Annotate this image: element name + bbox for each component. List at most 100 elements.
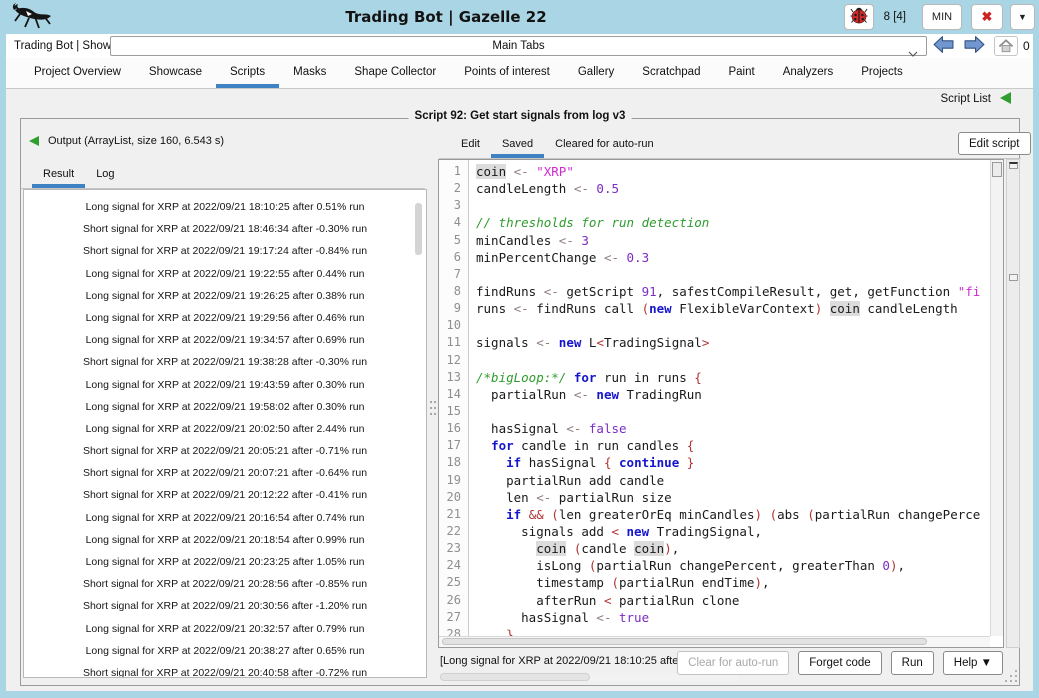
list-item[interactable]: Long signal for XRP at 2022/09/21 19:34:…	[24, 329, 426, 351]
list-item[interactable]: Short signal for XRP at 2022/09/21 20:07…	[24, 462, 426, 484]
editor-vscrollbar[interactable]	[990, 160, 1003, 636]
run-button[interactable]: Run	[891, 651, 934, 675]
list-item[interactable]: Long signal for XRP at 2022/09/21 19:26:…	[24, 285, 426, 307]
tab-analyzers[interactable]: Analyzers	[769, 58, 848, 88]
debug-count: 8 [4]	[884, 11, 906, 23]
splitter-handle[interactable]	[1009, 274, 1018, 281]
resize-grip[interactable]	[1005, 670, 1019, 684]
code-line: timestamp (partialRun endTime),	[476, 574, 990, 591]
list-item[interactable]: Short signal for XRP at 2022/09/21 20:05…	[24, 440, 426, 462]
tab-scripts[interactable]: Scripts	[216, 58, 279, 88]
tab-cleared-for-auto-run[interactable]: Cleared for auto-run	[544, 131, 664, 158]
script-list-label[interactable]: Script List	[941, 93, 992, 105]
tab-paint[interactable]: Paint	[714, 58, 768, 88]
list-item[interactable]: Short signal for XRP at 2022/09/21 18:46…	[24, 218, 426, 240]
hscroll-thumb[interactable]	[442, 638, 927, 645]
tab-scratchpad[interactable]: Scratchpad	[628, 58, 714, 88]
list-item[interactable]: Long signal for XRP at 2022/09/21 19:22:…	[24, 263, 426, 285]
list-item[interactable]: Short signal for XRP at 2022/09/21 20:30…	[24, 595, 426, 617]
tab-result[interactable]: Result	[32, 161, 85, 188]
tab-points-of-interest[interactable]: Points of interest	[450, 58, 564, 88]
tab-gallery[interactable]: Gallery	[564, 58, 628, 88]
list-item[interactable]: Long signal for XRP at 2022/09/21 20:02:…	[24, 418, 426, 440]
script-title: Script 92: Get start signals from log v3	[409, 110, 632, 122]
editor-hscrollbar[interactable]	[439, 636, 990, 647]
right-splitter-strip[interactable]	[1006, 159, 1020, 648]
list-item[interactable]: Long signal for XRP at 2022/09/21 20:32:…	[24, 618, 426, 640]
list-item[interactable]: Short signal for XRP at 2022/09/21 20:40…	[24, 662, 426, 678]
home-button[interactable]	[994, 36, 1018, 56]
combobox-value: Main Tabs	[111, 37, 926, 55]
arrow-left-icon	[933, 35, 954, 54]
code-line: candleLength <- 0.5	[476, 180, 990, 197]
gazelle-logo	[8, 2, 56, 37]
line-number: 17	[439, 437, 461, 454]
output-list[interactable]: Long signal for XRP at 2022/09/21 18:10:…	[23, 189, 427, 678]
window-menu-button[interactable]: ▼	[1010, 4, 1035, 30]
forget-code-button[interactable]: Forget code	[798, 651, 881, 675]
tab-projects[interactable]: Projects	[847, 58, 917, 88]
script-groupbox: Script 92: Get start signals from log v3…	[20, 118, 1020, 686]
code-line: partialRun <- new TradingRun	[476, 386, 990, 403]
collapse-left-icon[interactable]	[1000, 92, 1011, 104]
vscroll-thumb[interactable]	[992, 162, 1002, 177]
arrow-right-icon	[964, 35, 985, 54]
titlebar: Trading Bot | Gazelle 22 8 [4] MIN ✖ ▼	[0, 0, 1039, 34]
code-line: signals <- new L<TradingSignal>	[476, 334, 990, 351]
list-item[interactable]: Long signal for XRP at 2022/09/21 18:10:…	[24, 196, 426, 218]
code-line: minPercentChange <- 0.3	[476, 249, 990, 266]
help-button[interactable]: Help ▼	[943, 651, 1003, 675]
main-tab-bar: Project OverviewShowcaseScriptsMasksShap…	[6, 58, 1033, 89]
line-number: 1	[439, 163, 461, 180]
minimize-button[interactable]: MIN	[922, 4, 962, 30]
debug-button[interactable]	[844, 4, 874, 30]
back-button[interactable]	[930, 35, 957, 57]
list-item[interactable]: Long signal for XRP at 2022/09/21 20:38:…	[24, 640, 426, 662]
list-item[interactable]: Short signal for XRP at 2022/09/21 20:28…	[24, 573, 426, 595]
line-number: 9	[439, 300, 461, 317]
line-number: 15	[439, 403, 461, 420]
list-item[interactable]: Long signal for XRP at 2022/09/21 19:58:…	[24, 396, 426, 418]
splitter-handle[interactable]	[1009, 162, 1018, 169]
list-item[interactable]: Short signal for XRP at 2022/09/21 19:38…	[24, 351, 426, 373]
script-tab-bar: EditSavedCleared for auto-run	[439, 131, 1021, 159]
code-line: len <- partialRun size	[476, 489, 990, 506]
main-tabs-combobox[interactable]: Main Tabs	[110, 36, 927, 56]
list-item[interactable]: Long signal for XRP at 2022/09/21 19:29:…	[24, 307, 426, 329]
status-text: [Long signal for XRP at 2022/09/21 18:10…	[440, 655, 706, 667]
tab-masks[interactable]: Masks	[279, 58, 340, 88]
tab-project-overview[interactable]: Project Overview	[20, 58, 135, 88]
status-scroll-thumb[interactable]	[440, 673, 590, 681]
list-item[interactable]: Long signal for XRP at 2022/09/21 20:18:…	[24, 529, 426, 551]
tab-edit[interactable]: Edit	[450, 131, 491, 158]
output-scrollbar-thumb[interactable]	[415, 203, 422, 255]
list-item[interactable]: Short signal for XRP at 2022/09/21 19:17…	[24, 240, 426, 262]
tab-log[interactable]: Log	[85, 161, 125, 188]
edit-script-button[interactable]: Edit script	[958, 132, 1031, 155]
close-button[interactable]: ✖	[971, 4, 1003, 30]
tab-saved[interactable]: Saved	[491, 131, 544, 158]
code-editor: 1234567891011121314151617181920212223242…	[438, 159, 1004, 648]
tab-showcase[interactable]: Showcase	[135, 58, 216, 88]
code-line: partialRun add candle	[476, 472, 990, 489]
list-item[interactable]: Long signal for XRP at 2022/09/21 20:23:…	[24, 551, 426, 573]
line-number: 12	[439, 352, 461, 369]
code-line: /*bigLoop:*/ for run in runs {	[476, 369, 990, 386]
list-item[interactable]: Short signal for XRP at 2022/09/21 20:12…	[24, 484, 426, 506]
status-buttons: Clear for auto-run Forget code Run Help ▼	[677, 651, 1003, 675]
list-item[interactable]: Long signal for XRP at 2022/09/21 20:16:…	[24, 507, 426, 529]
forward-button[interactable]	[961, 35, 988, 57]
window-title: Trading Bot | Gazelle 22	[345, 8, 546, 26]
line-number: 8	[439, 283, 461, 300]
line-number: 26	[439, 592, 461, 609]
tab-shape-collector[interactable]: Shape Collector	[340, 58, 450, 88]
code-line: coin <- "XRP"	[476, 163, 990, 180]
code-area[interactable]: coin <- "XRP"candleLength <- 0.5 // thres…	[470, 160, 990, 636]
line-number: 27	[439, 609, 461, 626]
code-line: }	[476, 626, 990, 636]
clear-for-auto-run-button: Clear for auto-run	[677, 651, 789, 675]
list-item[interactable]: Long signal for XRP at 2022/09/21 19:43:…	[24, 374, 426, 396]
collapse-output-icon[interactable]	[29, 136, 39, 146]
code-line: // thresholds for run detection	[476, 214, 990, 231]
output-tab-bar: ResultLog	[21, 161, 425, 189]
